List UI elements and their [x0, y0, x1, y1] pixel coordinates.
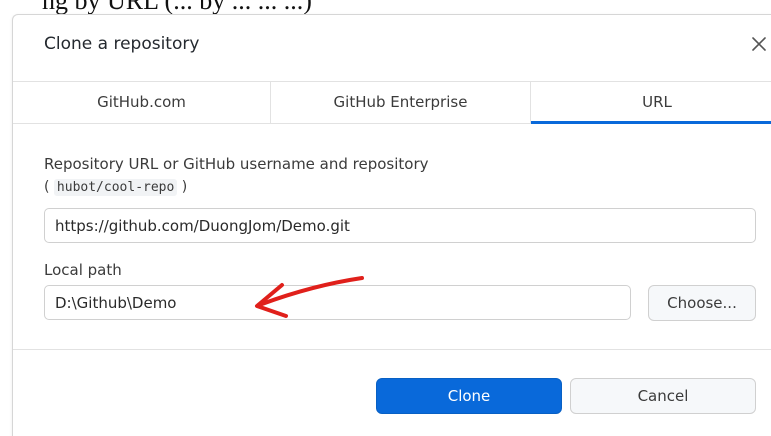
cancel-button[interactable]: Cancel [570, 378, 756, 414]
hint-code: hubot/cool-repo [53, 179, 178, 196]
repo-url-hint: ( hubot/cool-repo ) [44, 179, 188, 196]
screenshot-stage: ng by URL (... by ... ... ...) Clone a r… [0, 0, 771, 436]
hint-close-paren: ) [181, 179, 188, 195]
tab-github-com[interactable]: GitHub.com [13, 82, 271, 123]
footer-divider [13, 349, 771, 350]
clone-repository-dialog: Clone a repository GitHub.com GitHub Ent… [12, 14, 771, 436]
local-path-label: Local path [44, 261, 122, 279]
clone-button[interactable]: Clone [376, 378, 562, 414]
hint-open-paren: ( [44, 179, 50, 195]
close-icon[interactable] [749, 34, 769, 54]
repo-url-input[interactable] [44, 208, 756, 243]
local-path-input[interactable] [44, 285, 631, 320]
dialog-title: Clone a repository [44, 34, 200, 54]
choose-button[interactable]: Choose... [648, 285, 756, 321]
tab-url[interactable]: URL [531, 82, 771, 124]
tab-bar: GitHub.com GitHub Enterprise URL [13, 81, 771, 124]
repo-url-label: Repository URL or GitHub username and re… [44, 155, 429, 173]
tab-github-enterprise[interactable]: GitHub Enterprise [271, 82, 531, 123]
dialog-header: Clone a repository [13, 15, 771, 81]
